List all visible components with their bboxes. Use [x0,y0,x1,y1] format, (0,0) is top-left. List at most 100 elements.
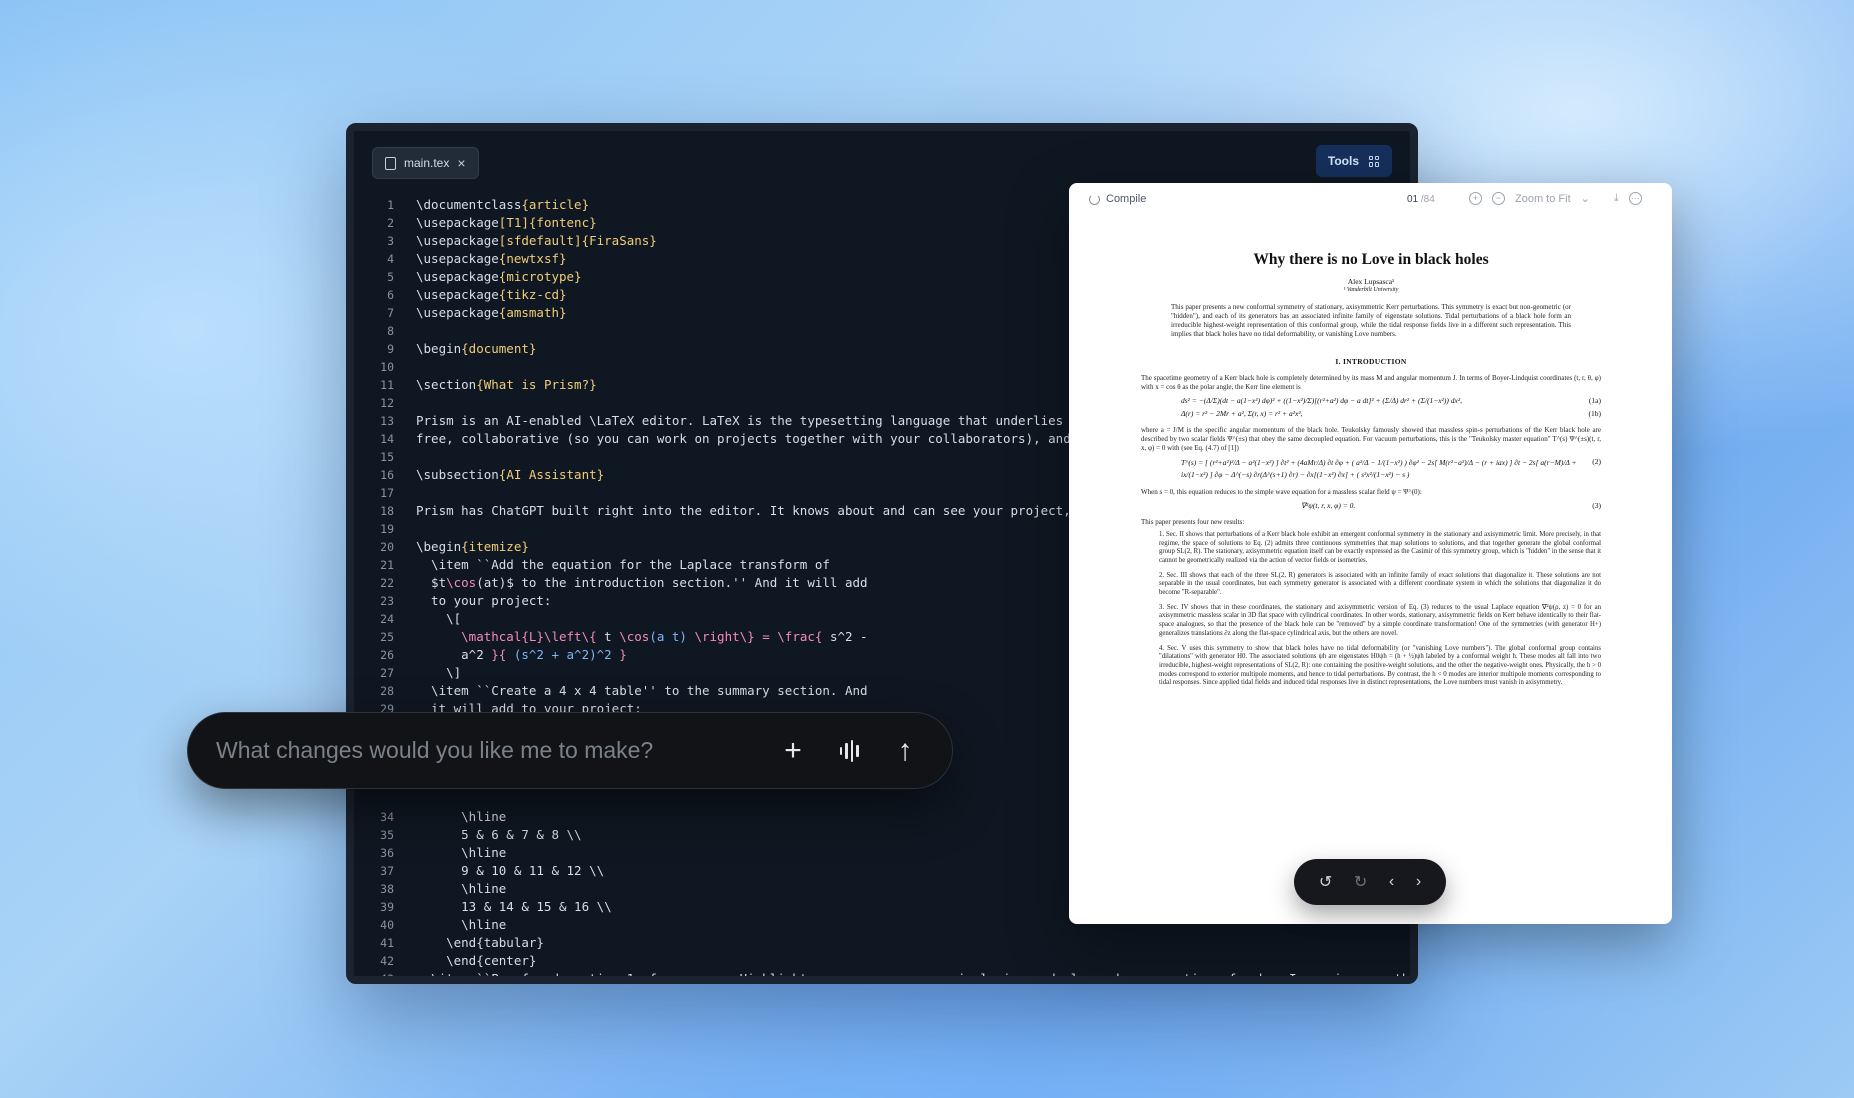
code-token: a^2 [416,647,492,662]
code-line[interactable]: 24 \[ [364,611,461,629]
code-line[interactable]: 19 [364,521,394,539]
code-line[interactable]: 20 \begin{itemize} [364,539,529,557]
code-line[interactable]: 36 \hline [364,845,506,863]
refresh-icon [1089,193,1100,205]
code-line[interactable]: 26 a^2 }{ (s^2 + a^2)^2 } [364,647,627,665]
close-icon[interactable]: × [457,156,465,170]
list-item: 4. Sec. V uses this symmetry to show tha… [1159,644,1601,687]
code-line[interactable]: 40 \hline [364,917,506,935]
code-line[interactable]: 22 $t\cos(at)$ to the introduction secti… [364,575,867,593]
code-token: \usepackage [416,215,499,230]
code-token: 9 & 10 & 11 & 12 \\ [416,863,605,878]
line-number: 43 [380,972,394,984]
code-line[interactable]: 18 Prism has ChatGPT built right into the… [364,503,1093,521]
line-number: 41 [380,936,394,950]
line-text: 13 & 14 & 15 & 16 \\ [416,899,612,914]
tools-button[interactable]: Tools [1315,145,1392,177]
code-token: {tikz-cd} [498,287,567,302]
line-text: \begin{document} [416,341,536,356]
more-icon[interactable]: ⋯ [1628,192,1642,205]
code-token: \hline [416,845,507,860]
code-line[interactable]: 38 \hline [364,881,506,899]
redo-icon[interactable]: ↻ [1354,872,1367,892]
code-line[interactable]: 42 \end{center} [364,953,536,971]
code-line[interactable]: 8 [364,323,394,341]
prompt-input[interactable]: What changes would you like me to make? [216,737,756,764]
code-line[interactable]: 6 \usepackage{tikz-cd} [364,287,566,305]
code-line[interactable]: 2 \usepackage[T1]{fontenc} [364,215,597,233]
code-line[interactable]: 7 \usepackage{amsmath} [364,305,566,323]
line-number: 19 [380,522,394,536]
code-line[interactable]: 10 [364,359,394,377]
code-line[interactable]: 25 \mathcal{L}\left\{ t \cos(a t) \right… [364,629,867,647]
code-line[interactable]: 13 Prism is an AI-enabled \LaTeX editor. … [364,413,1101,431]
code-line[interactable]: 23 to your project: [364,593,551,611]
line-text: \hline [416,845,506,860]
code-line[interactable]: 28 \item ``Create a 4 x 4 table'' to the… [364,683,867,701]
ai-prompt-bar: What changes would you like me to make? … [187,712,953,789]
tab-main-tex[interactable]: main.tex × [372,147,479,179]
code-line[interactable]: 14 free, collaborative (so you can work o… [364,431,1153,449]
code-token: {newtxsf} [498,251,567,266]
code-line[interactable]: 27 \] [364,665,461,683]
code-token: {microtype} [498,269,582,284]
previous-page-icon[interactable]: ‹ [1389,873,1394,891]
line-text: \end{center} [416,953,536,968]
line-text: \mathcal{L}\left\{ t \cos(a t) \right\} … [416,629,867,644]
code-line[interactable]: 9 \begin{document} [364,341,536,359]
zoom-in-icon[interactable]: + [1469,192,1482,205]
zoom-controls: + − Zoom to Fit ⌄ ⤓ ⋯ [1469,192,1642,205]
compile-button[interactable]: Compile [1089,193,1146,205]
download-icon[interactable]: ⤓ [1614,192,1619,205]
code-line[interactable]: 21 \item ``Add the equation for the Lapl… [364,557,830,575]
line-number: 17 [380,486,394,500]
code-line[interactable]: 37 9 & 10 & 11 & 12 \\ [364,863,604,881]
code-token: {amsmath} [498,305,567,320]
code-line[interactable]: 15 [364,449,394,467]
code-token: {article} [521,197,590,212]
zoom-select[interactable]: Zoom to Fit [1515,193,1571,205]
page-current: 01 [1407,194,1419,205]
code-line[interactable]: 5 \usepackage{microtype} [364,269,582,287]
equation-3: ∇²ψ(t, r, x, φ) = 0. (3) [1301,500,1601,510]
line-number: 27 [380,666,394,680]
add-icon[interactable]: + [774,732,812,770]
code-line[interactable]: 39 13 & 14 & 15 & 16 \\ [364,899,612,917]
code-line[interactable]: 1 \documentclass{article} [364,197,589,215]
line-text: \usepackage[T1]{fontenc} [416,215,597,230]
voice-icon[interactable] [830,732,868,770]
code-token: \documentclass [416,197,522,212]
code-line[interactable]: 41 \end{tabular} [364,935,544,953]
code-line[interactable]: 16 \subsection{AI Assistant} [364,467,604,485]
code-line[interactable]: 4 \usepackage{newtxsf} [364,251,566,269]
code-line[interactable]: 17 [364,485,394,503]
send-arrow-icon[interactable]: ↑ [886,732,924,770]
line-number: 35 [380,828,394,842]
paper-paragraph-2: where a = J/M is the specific angular mo… [1141,426,1601,453]
undo-icon[interactable]: ↺ [1319,872,1332,892]
line-text: \usepackage{microtype} [416,269,582,284]
compile-label: Compile [1106,193,1147,205]
next-page-icon[interactable]: › [1416,873,1421,891]
code-token: \right\} = \frac{ [694,629,830,644]
code-token: \item ``Add the equation for the Laplace… [416,557,830,572]
code-line[interactable]: 11 \section{What is Prism?} [364,377,597,395]
code-line[interactable]: 3 \usepackage[sfdefault]{FiraSans} [364,233,657,251]
paper-title: Why there is no Love in black holes [1253,251,1489,268]
code-line[interactable]: 34 \hline [364,809,506,827]
code-line[interactable]: 35 5 & 6 & 7 & 8 \\ [364,827,581,845]
line-text: \subsection{AI Assistant} [416,467,604,482]
line-number: 20 [380,540,394,554]
chevron-down-icon[interactable]: ⌄ [1581,192,1590,205]
code-token: Prism has ChatGPT built right into the e… [416,503,1094,518]
line-text: \usepackage[sfdefault]{FiraSans} [416,233,657,248]
line-text: \section{What is Prism?} [416,377,597,392]
line-number: 1 [387,198,394,212]
code-line[interactable]: 43 \item ``Proofread section 1 of my pap… [364,971,1410,984]
line-number: 23 [380,594,394,608]
zoom-out-icon[interactable]: − [1492,192,1505,205]
code-line[interactable]: 12 [364,395,394,413]
code-token: 5 & 6 & 7 & 8 \\ [416,827,582,842]
line-number: 36 [380,846,394,860]
line-number: 11 [380,378,394,392]
